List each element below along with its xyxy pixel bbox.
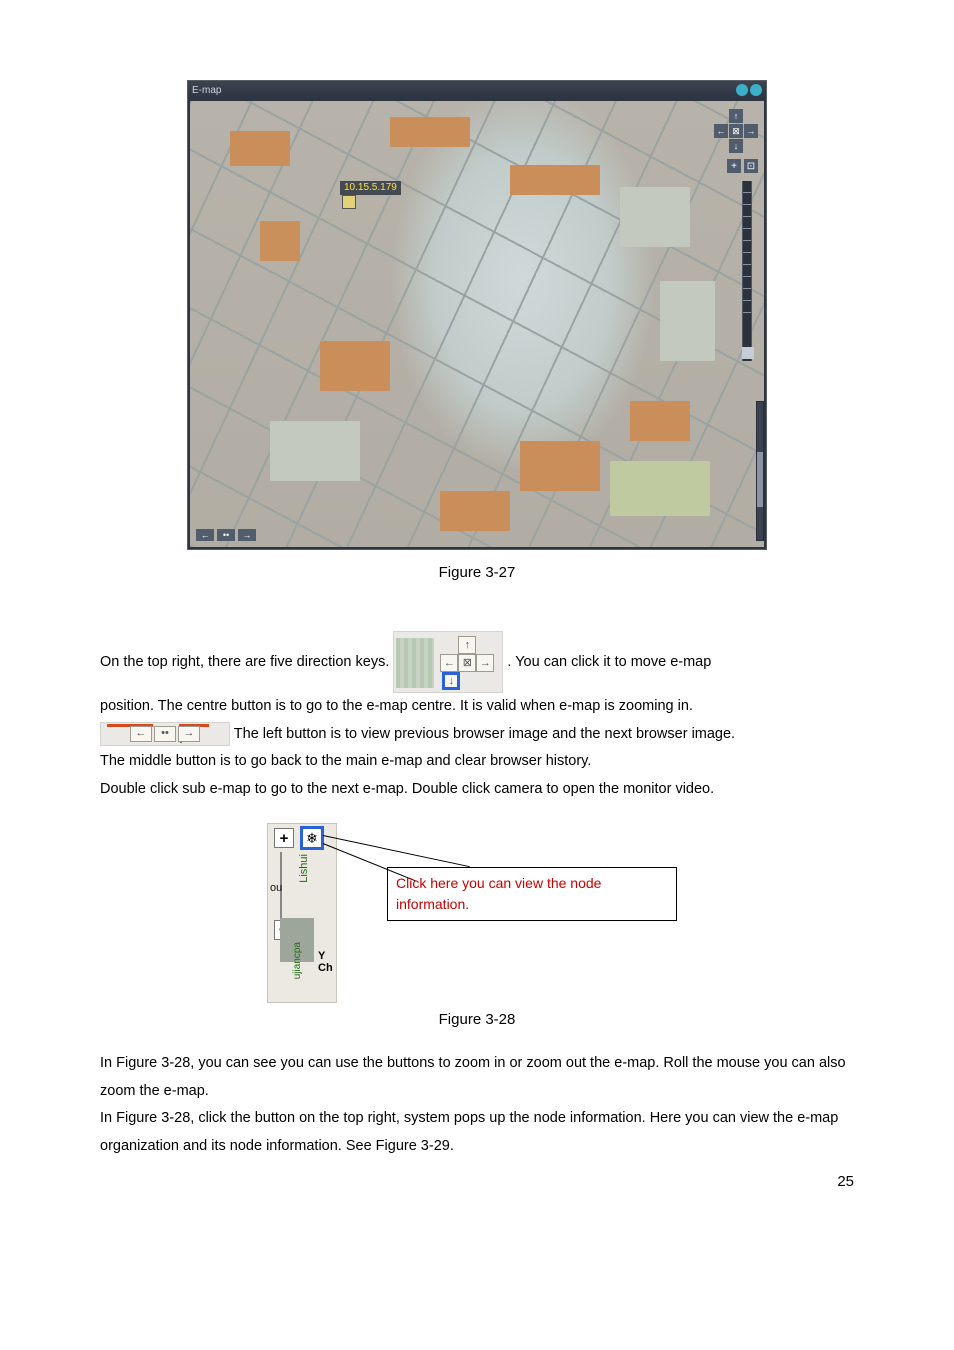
paragraph-2: position. The centre button is to go to …: [100, 693, 854, 721]
inline-dir-center-icon: ⊠: [458, 654, 476, 672]
map-ip-label: 10.15.5.179: [340, 181, 401, 195]
inline-nav-prev-icon: ←: [130, 726, 152, 742]
inline-direction-keys-image: ↑ ← ⊠ → ↓: [393, 631, 503, 693]
emap-titlebar: E-map: [188, 81, 766, 99]
emap-body: 10.15.5.179 ↑ ← ⊠ → ↓ + ⊡: [188, 99, 766, 549]
fig28-text-ych: YCh: [318, 950, 333, 974]
fig28-label-lishui: Lishui: [298, 852, 310, 885]
browser-home-button[interactable]: ••: [217, 529, 235, 541]
emap-title: E-map: [192, 85, 221, 96]
inline-dir-left-icon: ←: [440, 654, 458, 672]
inline-nav-next-icon: →: [178, 726, 200, 742]
paragraph-5: Double click sub e-map to go to the next…: [100, 776, 854, 804]
fig28-text-ou: ou: [270, 882, 282, 894]
fig28-strip: + ❄ Lishui ou − ujiancpa YCh: [267, 823, 337, 1003]
inline-dir-up-icon: ↑: [458, 636, 476, 654]
browser-prev-button[interactable]: ←: [196, 529, 214, 541]
p1a-text: On the top right, there are five directi…: [100, 654, 393, 670]
zoom-in-button[interactable]: +: [727, 159, 741, 173]
node-info-button-icon: ❄: [300, 826, 324, 850]
inline-nav-home-icon: ••: [154, 726, 176, 742]
fig28-label-ujiancpa: ujiancpa: [292, 942, 303, 979]
p1b-text: . You can click it to move e-map: [507, 654, 711, 670]
inline-browser-nav-image: ← •• →: [100, 722, 230, 746]
p3-text: The left button is to view previous brow…: [234, 726, 735, 742]
dir-center-button[interactable]: ⊠: [729, 124, 743, 138]
map-camera-pin-icon[interactable]: [342, 195, 356, 209]
zoom-in-icon: +: [274, 828, 294, 848]
window-min-icon[interactable]: [736, 84, 748, 96]
inline-dir-down-highlight-icon: ↓: [442, 672, 460, 690]
dir-up-button[interactable]: ↑: [729, 109, 743, 123]
paragraph-1: On the top right, there are five directi…: [100, 631, 854, 693]
paragraph-4: The middle button is to go back to the m…: [100, 748, 854, 776]
dir-left-button[interactable]: ←: [714, 124, 728, 138]
dir-right-button[interactable]: →: [744, 124, 758, 138]
direction-keypad: ↑ ← ⊠ → ↓: [714, 109, 758, 153]
inline-dir-right-icon: →: [476, 654, 494, 672]
zoom-extent-button[interactable]: ⊡: [744, 159, 758, 173]
browser-next-button[interactable]: →: [238, 529, 256, 541]
figure-caption-27: Figure 3-27: [100, 564, 854, 581]
window-close-icon[interactable]: [750, 84, 762, 96]
paragraph-7: In Figure 3-28, click the button on the …: [100, 1105, 854, 1160]
paragraph-3: ← •• → The left button is to view previo…: [100, 721, 854, 749]
browser-nav: ← •• →: [196, 529, 256, 541]
fig28-callout: Click here you can view the node informa…: [387, 867, 677, 921]
zoom-cluster: + ⊡: [727, 159, 758, 173]
map-canvas[interactable]: 10.15.5.179: [190, 101, 764, 547]
page-number: 25: [837, 1173, 854, 1190]
scrollbar-thumb[interactable]: [757, 452, 763, 507]
paragraph-6: In Figure 3-28, you can see you can use …: [100, 1050, 854, 1105]
emap-window: E-map 10.15.5.179: [187, 80, 767, 550]
vertical-scrollbar[interactable]: [756, 401, 764, 541]
figure-3-28: + ❄ Lishui ou − ujiancpa YCh Click here …: [267, 823, 687, 1003]
dir-down-button[interactable]: ↓: [729, 139, 743, 153]
zoom-slider[interactable]: [742, 181, 752, 361]
zoom-slider-thumb[interactable]: [742, 347, 754, 359]
figure-caption-28: Figure 3-28: [100, 1011, 854, 1028]
